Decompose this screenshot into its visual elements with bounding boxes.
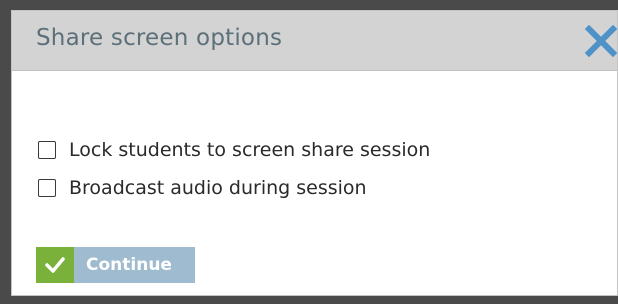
option-label: Broadcast audio during session [69, 177, 367, 199]
broadcast-audio-checkbox[interactable] [38, 179, 56, 197]
option-broadcast-audio[interactable]: Broadcast audio during session [38, 169, 430, 207]
dialog-title: Share screen options [36, 25, 283, 51]
continue-button[interactable]: Continue [36, 247, 195, 283]
close-button[interactable] [584, 24, 617, 58]
continue-label: Continue [86, 255, 172, 275]
share-screen-options-dialog: Share screen options Lock students to sc… [11, 10, 618, 296]
close-x-icon [584, 24, 617, 58]
lock-students-checkbox[interactable] [38, 141, 56, 159]
dialog-header: Share screen options [12, 11, 617, 71]
options-list: Lock students to screen share session Br… [38, 131, 430, 207]
checkmark-icon [36, 247, 74, 283]
option-label: Lock students to screen share session [69, 139, 431, 161]
option-lock-students[interactable]: Lock students to screen share session [38, 131, 430, 169]
